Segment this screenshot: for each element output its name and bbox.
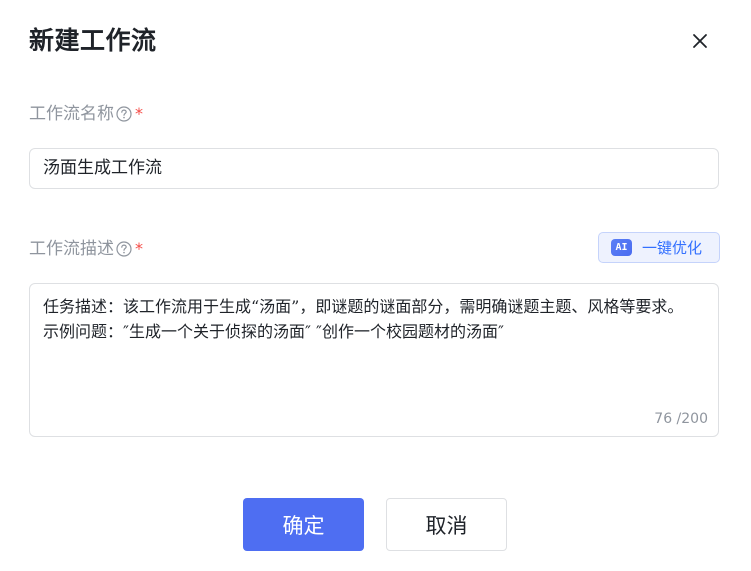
name-field-label-row: 工作流名称 * [29, 102, 143, 126]
cancel-button[interactable]: 取消 [386, 498, 507, 551]
description-field-label-row: 工作流描述 * [29, 237, 143, 261]
description-field-label: 工作流描述 [29, 239, 114, 259]
confirm-button[interactable]: 确定 [243, 498, 364, 551]
ai-icon: AI [611, 239, 632, 256]
workflow-name-input[interactable]: 汤面生成工作流 [29, 148, 719, 189]
close-button[interactable] [686, 27, 714, 55]
question-circle-icon[interactable] [116, 106, 132, 122]
name-field-label: 工作流名称 [29, 104, 114, 124]
close-icon [693, 34, 707, 48]
required-mark: * [135, 239, 143, 258]
question-circle-icon[interactable] [116, 241, 132, 257]
description-text: 任务描述：该工作流用于生成“汤面”，即谜题的谜面部分，需明确谜题主题、风格等要求… [43, 297, 684, 341]
ai-optimize-label: 一键优化 [642, 239, 703, 257]
new-workflow-dialog: 新建工作流 工作流名称 * 汤面生成工作流 工作流描述 * AI 一键优化 任务… [0, 0, 751, 571]
required-mark: * [135, 104, 143, 123]
ai-optimize-button[interactable]: AI 一键优化 [598, 232, 720, 263]
workflow-description-textarea[interactable]: 任务描述：该工作流用于生成“汤面”，即谜题的谜面部分，需明确谜题主题、风格等要求… [29, 283, 719, 437]
dialog-title: 新建工作流 [29, 26, 157, 55]
char-count: 76 /200 [654, 411, 708, 427]
